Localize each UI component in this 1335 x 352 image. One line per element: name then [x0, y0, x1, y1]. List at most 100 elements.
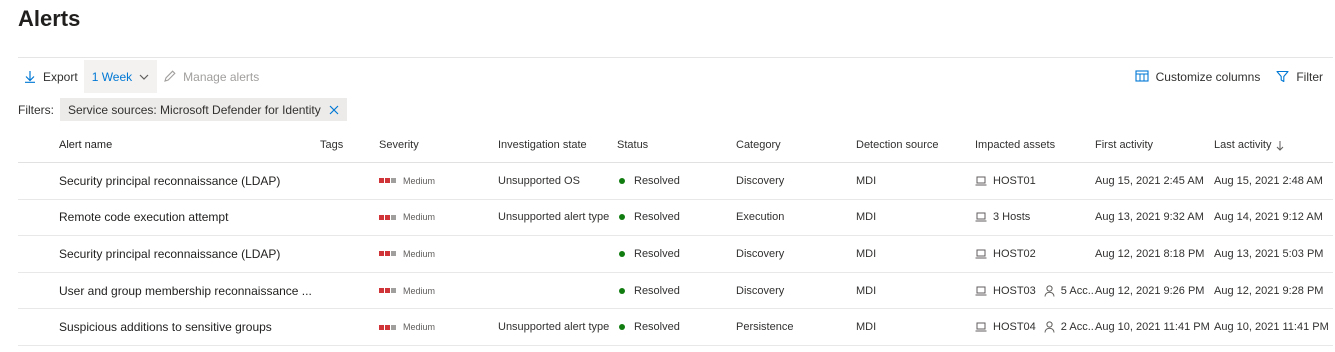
table-row[interactable]: Security principal reconnaissance (LDAP)… — [18, 163, 1333, 200]
impacted-host[interactable]: HOST03 — [975, 285, 1036, 297]
impacted-host[interactable]: HOST04 — [975, 321, 1036, 333]
alert-category: Persistence — [736, 321, 794, 334]
customize-columns-button[interactable]: Customize columns — [1129, 60, 1267, 93]
person-icon — [1044, 284, 1055, 297]
severity-indicator: Medium — [379, 200, 494, 236]
table-row[interactable]: Security principal reconnaissance (LDAP)… — [18, 236, 1333, 273]
severity-label: Medium — [403, 248, 436, 259]
time-range-dropdown[interactable]: 1 Week — [83, 60, 158, 93]
severity-label: Medium — [403, 285, 436, 296]
laptop-icon — [975, 212, 987, 222]
chevron-down-icon — [139, 74, 149, 80]
alert-tags — [320, 273, 375, 309]
detection-source: MDI — [856, 211, 877, 224]
detection-source: MDI — [856, 284, 877, 297]
impacted-host-label: HOST04 — [993, 321, 1036, 334]
alert-name[interactable]: User and group membership reconnaissance… — [59, 273, 317, 309]
investigation-state — [498, 236, 613, 272]
impacted-account-label: 5 Acc... — [1060, 284, 1095, 297]
last-activity: Aug 10, 2021 11:41 PM — [1214, 321, 1329, 334]
laptop-icon — [975, 249, 987, 259]
status-indicator: Resolved — [617, 309, 732, 345]
filter-label: Filter — [1296, 69, 1323, 84]
impacted-host-label: 3 Hosts — [993, 211, 1031, 224]
impacted-host-label: HOST01 — [993, 174, 1036, 187]
column-header-alert-name[interactable]: Alert name — [59, 128, 317, 162]
impacted-assets: HOST04 2 Acc... — [975, 309, 1095, 345]
status-dot — [619, 214, 625, 221]
impacted-assets: HOST01 — [975, 163, 1095, 199]
column-header-last-activity[interactable]: Last activity — [1214, 128, 1333, 162]
manage-alerts-button[interactable]: Manage alerts — [157, 60, 265, 93]
severity-bars — [379, 214, 397, 220]
investigation-state: Unsupported alert type — [498, 211, 610, 224]
impacted-assets: HOST02 — [975, 236, 1095, 272]
close-icon[interactable] — [329, 105, 339, 115]
column-header-impacted-assets[interactable]: Impacted assets — [975, 128, 1095, 162]
funnel-icon — [1276, 70, 1289, 83]
status-dot — [619, 324, 625, 331]
impacted-account[interactable]: 5 Acc... — [1044, 285, 1095, 297]
impacted-assets: HOST03 5 Acc... — [975, 273, 1095, 309]
last-activity: Aug 14, 2021 9:12 AM — [1214, 211, 1323, 224]
last-activity: Aug 15, 2021 2:48 AM — [1214, 174, 1323, 187]
last-activity: Aug 12, 2021 9:28 PM — [1214, 284, 1324, 297]
detection-source: MDI — [856, 247, 877, 260]
alert-name[interactable]: Security principal reconnaissance (LDAP) — [59, 163, 317, 199]
column-header-first-activity[interactable]: First activity — [1095, 128, 1213, 162]
impacted-assets: 3 Hosts — [975, 200, 1095, 236]
filter-chip-service-sources[interactable]: Service sources: Microsoft Defender for … — [60, 98, 347, 121]
severity-indicator: Medium — [379, 163, 494, 199]
column-header-tags[interactable]: Tags — [320, 128, 375, 162]
table-row[interactable]: Suspicious additions to sensitive groups… — [18, 309, 1333, 346]
table-row[interactable]: Remote code execution attempt Medium Unsup… — [18, 200, 1333, 237]
alert-name[interactable]: Suspicious additions to sensitive groups — [59, 309, 317, 345]
alert-tags — [320, 163, 375, 199]
impacted-host[interactable]: 3 Hosts — [975, 211, 1030, 223]
person-icon — [1044, 321, 1055, 333]
status-dot — [619, 250, 625, 257]
status-label: Resolved — [634, 174, 680, 187]
laptop-icon — [975, 286, 987, 296]
impacted-account[interactable]: 2 Acc... — [1044, 321, 1095, 333]
export-button[interactable]: Export — [18, 60, 84, 93]
severity-indicator: Medium — [379, 273, 494, 309]
status-dot — [619, 177, 625, 184]
first-activity: Aug 12, 2021 8:18 PM — [1095, 247, 1205, 260]
laptop-icon — [975, 176, 987, 186]
alert-name[interactable]: Security principal reconnaissance (LDAP) — [59, 236, 317, 272]
impacted-host-label: HOST02 — [993, 247, 1036, 260]
first-activity: Aug 10, 2021 11:41 PM — [1095, 321, 1210, 334]
alert-name[interactable]: Remote code execution attempt — [59, 200, 317, 236]
table-row[interactable]: User and group membership reconnaissance… — [18, 273, 1333, 310]
status-label: Resolved — [634, 321, 680, 334]
filters-bar: Filters: Service sources: Microsoft Defe… — [18, 98, 347, 121]
alert-tags — [320, 236, 375, 272]
alert-category: Discovery — [736, 247, 785, 260]
severity-bars — [379, 288, 397, 294]
time-range-label: 1 Week — [91, 69, 133, 84]
pencil-icon — [163, 70, 176, 83]
column-header-detection-source[interactable]: Detection source — [856, 128, 971, 162]
alerts-table: Alert name Tags Severity Investigation s… — [18, 128, 1333, 346]
column-header-severity[interactable]: Severity — [379, 128, 494, 162]
impacted-host[interactable]: HOST01 — [975, 175, 1036, 187]
impacted-host-label: HOST03 — [993, 284, 1036, 297]
download-arrow-icon — [24, 70, 36, 83]
severity-label: Medium — [403, 175, 436, 186]
filter-button[interactable]: Filter — [1270, 60, 1329, 93]
status-indicator: Resolved — [617, 163, 732, 199]
alert-tags — [320, 309, 375, 345]
arrow-down-icon — [1276, 140, 1284, 151]
command-bar: Export 1 Week Manage alerts Customize co… — [18, 60, 1329, 93]
column-header-category[interactable]: Category — [736, 128, 851, 162]
alert-tags — [320, 200, 375, 236]
header-divider — [18, 57, 1333, 58]
status-indicator: Resolved — [617, 200, 732, 236]
laptop-icon — [975, 322, 987, 332]
page-title: Alerts — [18, 6, 81, 31]
last-activity-label: Last activity — [1214, 139, 1272, 151]
impacted-host[interactable]: HOST02 — [975, 248, 1036, 260]
column-header-status[interactable]: Status — [617, 128, 732, 162]
column-header-investigation-state[interactable]: Investigation state — [498, 128, 613, 162]
